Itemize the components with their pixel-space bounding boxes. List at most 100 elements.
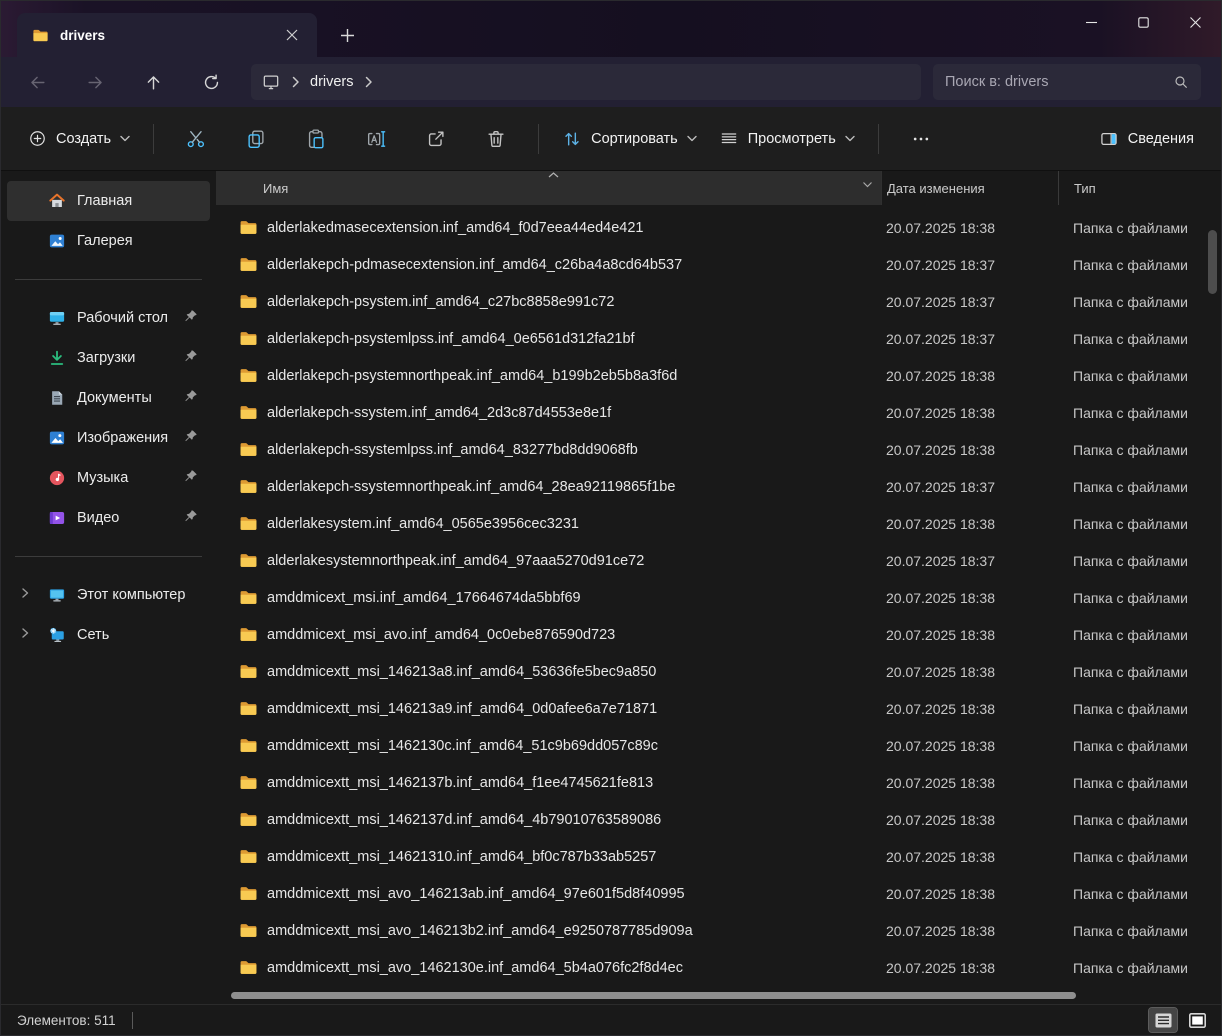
file-name-cell[interactable]: alderlakepch-ssystemnorthpeak.inf_amd64_… bbox=[216, 477, 881, 496]
table-row[interactable]: amddmicextt_msi_1462137d.inf_amd64_4b790… bbox=[216, 801, 1221, 838]
file-name-cell[interactable]: alderlakepch-ssystem.inf_amd64_2d3c87d45… bbox=[216, 403, 881, 422]
file-name-cell[interactable]: alderlakepch-psystemnorthpeak.inf_amd64_… bbox=[216, 366, 881, 385]
file-name-cell[interactable]: amddmicextt_msi_1462137b.inf_amd64_f1ee4… bbox=[216, 773, 881, 792]
thumbnails-view-button[interactable] bbox=[1183, 1008, 1211, 1032]
file-name-cell[interactable]: alderlakepch-pdmasecextension.inf_amd64_… bbox=[216, 255, 881, 274]
sidebar-item-label: Видео bbox=[77, 510, 120, 526]
delete-button[interactable] bbox=[472, 119, 520, 159]
file-name-cell[interactable]: amddmicextt_msi_14621310.inf_amd64_bf0c7… bbox=[216, 847, 881, 866]
sidebar-item-home[interactable]: Главная bbox=[7, 181, 210, 221]
horizontal-scrollbar[interactable] bbox=[216, 988, 1221, 1004]
breadcrumb-chevron-icon[interactable] bbox=[291, 76, 300, 88]
back-button[interactable] bbox=[17, 64, 57, 100]
sidebar-item-documents[interactable]: Документы bbox=[7, 378, 210, 418]
sidebar-item-desktop[interactable]: Рабочий стол bbox=[7, 298, 210, 338]
table-row[interactable]: alderlakepch-psystem.inf_amd64_c27bc8858… bbox=[216, 283, 1221, 320]
file-name-cell[interactable]: amddmicext_msi.inf_amd64_17664674da5bbf6… bbox=[216, 588, 881, 607]
table-row[interactable]: alderlakepch-ssystem.inf_amd64_2d3c87d45… bbox=[216, 394, 1221, 431]
refresh-button[interactable] bbox=[191, 64, 231, 100]
sidebar-item-downloads[interactable]: Загрузки bbox=[7, 338, 210, 378]
table-row[interactable]: amddmicextt_msi_146213a8.inf_amd64_53636… bbox=[216, 653, 1221, 690]
sidebar-item-network[interactable]: Сеть bbox=[7, 615, 210, 655]
breadcrumb-segment[interactable]: drivers bbox=[310, 74, 354, 90]
view-button[interactable]: Просмотреть bbox=[708, 119, 866, 159]
table-row[interactable]: alderlakepch-ssystemnorthpeak.inf_amd64_… bbox=[216, 468, 1221, 505]
details-view-button[interactable] bbox=[1148, 1007, 1178, 1033]
table-row[interactable]: amddmicext_msi.inf_amd64_17664674da5bbf6… bbox=[216, 579, 1221, 616]
plus-circle-icon bbox=[28, 129, 47, 148]
maximize-button[interactable] bbox=[1117, 1, 1169, 43]
minimize-button[interactable] bbox=[1065, 1, 1117, 43]
file-name-cell[interactable]: amddmicextt_msi_avo_1462130e.inf_amd64_5… bbox=[216, 958, 881, 977]
address-bar[interactable]: drivers bbox=[251, 64, 921, 100]
table-row[interactable]: amddmicextt_msi_avo_146213ab.inf_amd64_9… bbox=[216, 875, 1221, 912]
this-pc-icon[interactable] bbox=[261, 72, 281, 92]
table-row[interactable]: alderlakepch-psystemnorthpeak.inf_amd64_… bbox=[216, 357, 1221, 394]
copy-button[interactable] bbox=[232, 119, 280, 159]
video-icon bbox=[48, 509, 66, 527]
sidebar-item-music[interactable]: Музыка bbox=[7, 458, 210, 498]
details-pane-button[interactable]: Сведения bbox=[1088, 119, 1205, 159]
table-row[interactable]: alderlakepch-pdmasecextension.inf_amd64_… bbox=[216, 246, 1221, 283]
forward-button[interactable] bbox=[75, 64, 115, 100]
documents-icon bbox=[48, 389, 66, 407]
table-row[interactable]: alderlakepch-psystemlpss.inf_amd64_0e656… bbox=[216, 320, 1221, 357]
create-button[interactable]: Создать bbox=[17, 119, 141, 159]
up-button[interactable] bbox=[133, 64, 173, 100]
file-name-cell[interactable]: amddmicextt_msi_1462130c.inf_amd64_51c9b… bbox=[216, 736, 881, 755]
table-row[interactable]: alderlakesystemnorthpeak.inf_amd64_97aaa… bbox=[216, 542, 1221, 579]
file-name-cell[interactable]: alderlakepch-psystemlpss.inf_amd64_0e656… bbox=[216, 329, 881, 348]
table-row[interactable]: alderlakepch-ssystemlpss.inf_amd64_83277… bbox=[216, 431, 1221, 468]
sidebar-item-video[interactable]: Видео bbox=[7, 498, 210, 538]
vertical-scrollbar-thumb[interactable] bbox=[1208, 230, 1217, 294]
column-header-name[interactable]: Имя bbox=[216, 171, 881, 205]
close-button[interactable] bbox=[1169, 1, 1221, 43]
view-label: Просмотреть bbox=[747, 130, 836, 147]
file-name-cell[interactable]: alderlakepch-ssystemlpss.inf_amd64_83277… bbox=[216, 440, 881, 459]
file-name-cell[interactable]: amddmicextt_msi_avo_146213ab.inf_amd64_9… bbox=[216, 884, 881, 903]
folder-icon bbox=[239, 625, 258, 644]
file-name-cell[interactable]: amddmicextt_msi_146213a8.inf_amd64_53636… bbox=[216, 662, 881, 681]
tab-close-icon[interactable] bbox=[279, 22, 305, 48]
search-icon[interactable] bbox=[1173, 74, 1189, 90]
file-name-cell[interactable]: amddmicextt_msi_1462137d.inf_amd64_4b790… bbox=[216, 810, 881, 829]
table-row[interactable]: amddmicextt_msi_avo_1462130e.inf_amd64_5… bbox=[216, 949, 1221, 986]
cut-button[interactable] bbox=[172, 119, 220, 159]
sidebar-item-gallery[interactable]: Галерея bbox=[7, 221, 210, 261]
search-input[interactable]: Поиск в: drivers bbox=[933, 64, 1201, 100]
file-name-cell[interactable]: amddmicextt_msi_146213a9.inf_amd64_0d0af… bbox=[216, 699, 881, 718]
more-options-button[interactable] bbox=[897, 119, 945, 159]
table-row[interactable]: amddmicext_msi_avo.inf_amd64_0c0ebe87659… bbox=[216, 616, 1221, 653]
expand-chevron-icon[interactable] bbox=[19, 627, 31, 639]
toolbar-divider bbox=[153, 123, 155, 154]
sort-button[interactable]: Сортировать bbox=[551, 119, 708, 159]
file-name: amddmicextt_msi_14621310.inf_amd64_bf0c7… bbox=[267, 848, 657, 865]
file-name: amddmicextt_msi_avo_146213ab.inf_amd64_9… bbox=[267, 885, 685, 902]
sidebar-item-pictures[interactable]: Изображения bbox=[7, 418, 210, 458]
file-name-cell[interactable]: amddmicext_msi_avo.inf_amd64_0c0ebe87659… bbox=[216, 625, 881, 644]
file-name-cell[interactable]: alderlakepch-psystem.inf_amd64_c27bc8858… bbox=[216, 292, 881, 311]
file-name-cell[interactable]: alderlakesystem.inf_amd64_0565e3956cec32… bbox=[216, 514, 881, 533]
share-button[interactable] bbox=[412, 119, 460, 159]
table-row[interactable]: amddmicextt_msi_avo_146213b2.inf_amd64_e… bbox=[216, 912, 1221, 949]
table-row[interactable]: amddmicextt_msi_14621310.inf_amd64_bf0c7… bbox=[216, 838, 1221, 875]
breadcrumb-chevron-icon[interactable] bbox=[364, 76, 373, 88]
file-name-cell[interactable]: alderlakesystemnorthpeak.inf_amd64_97aaa… bbox=[216, 551, 881, 570]
sidebar-item-computer[interactable]: Этот компьютер bbox=[7, 575, 210, 615]
column-header-type[interactable]: Тип bbox=[1058, 171, 1221, 205]
new-tab-button[interactable] bbox=[331, 19, 363, 51]
horizontal-scrollbar-thumb[interactable] bbox=[231, 992, 1076, 999]
expand-chevron-icon[interactable] bbox=[19, 587, 31, 599]
table-row[interactable]: alderlakedmasecextension.inf_amd64_f0d7e… bbox=[216, 209, 1221, 246]
table-row[interactable]: amddmicextt_msi_146213a9.inf_amd64_0d0af… bbox=[216, 690, 1221, 727]
column-header-date[interactable]: Дата изменения bbox=[881, 171, 1058, 205]
table-row[interactable]: amddmicextt_msi_1462130c.inf_amd64_51c9b… bbox=[216, 727, 1221, 764]
tab-drivers[interactable]: drivers bbox=[17, 13, 317, 57]
paste-button[interactable] bbox=[292, 119, 340, 159]
table-row[interactable]: amddmicextt_msi_1462137b.inf_amd64_f1ee4… bbox=[216, 764, 1221, 801]
file-name-cell[interactable]: amddmicextt_msi_avo_146213b2.inf_amd64_e… bbox=[216, 921, 881, 940]
table-row[interactable]: alderlakesystem.inf_amd64_0565e3956cec32… bbox=[216, 505, 1221, 542]
file-name-cell[interactable]: alderlakedmasecextension.inf_amd64_f0d7e… bbox=[216, 218, 881, 237]
rename-button[interactable] bbox=[352, 119, 400, 159]
file-name: alderlakedmasecextension.inf_amd64_f0d7e… bbox=[267, 219, 644, 236]
